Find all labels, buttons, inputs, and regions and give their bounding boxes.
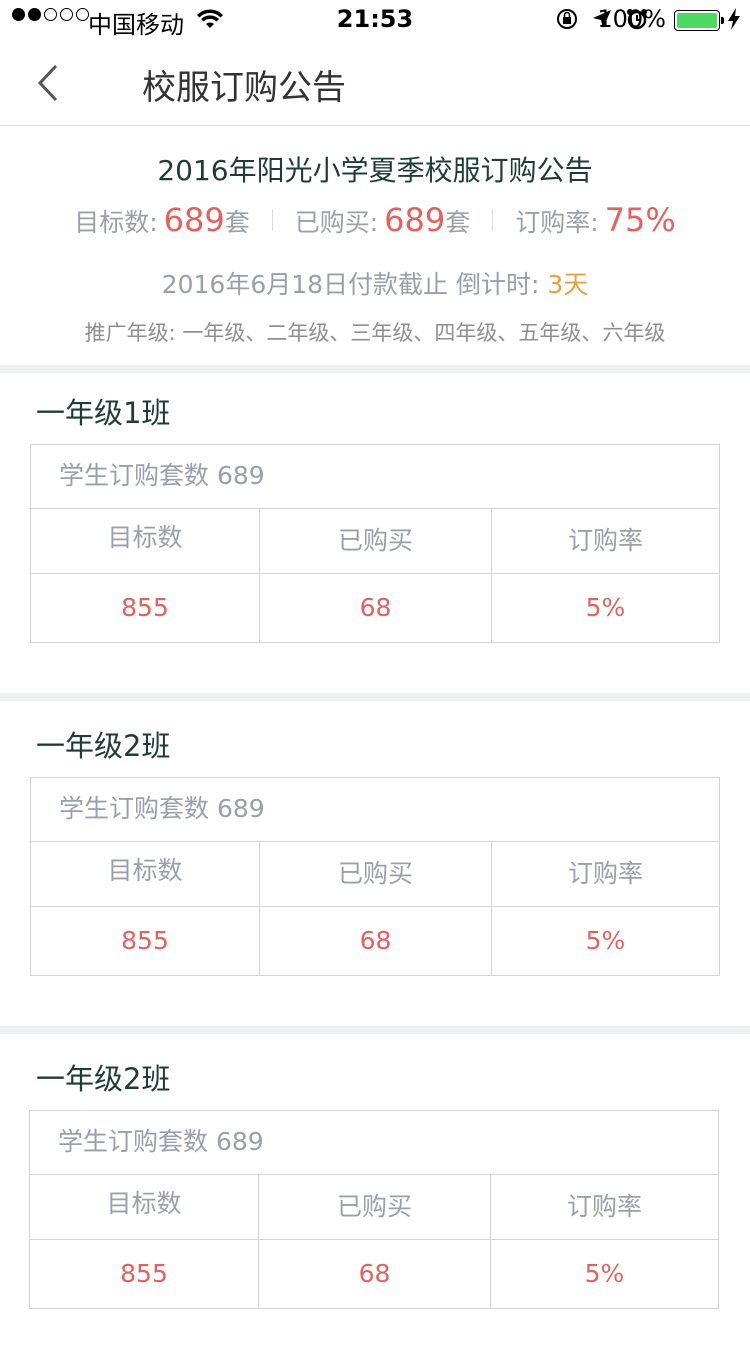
target-stat: 目标数: 689 套 (74, 201, 250, 239)
bought-value: 68 (259, 1240, 491, 1308)
rate-stat: 订购率: 75% (515, 201, 676, 239)
summary-stats: 目标数: 689 套 已购买: 689 套 订购率: 75% (0, 201, 750, 239)
rate-value: 75% (604, 201, 676, 239)
bought-label: 已购买: (294, 208, 379, 237)
section-divider (0, 1026, 750, 1034)
class-stats-card: 学生订购套数 689 目标数 已购买 订购率 855 68 5% (30, 444, 720, 643)
target-value: 689 (163, 201, 225, 239)
column-target: 目标数 (31, 842, 260, 906)
bought-unit: 套 (445, 208, 471, 237)
class-stats-card: 学生订购套数 689 目标数 已购买 订购率 855 68 5% (29, 1110, 719, 1309)
column-target: 目标数 (31, 509, 260, 573)
table-row: 855 68 5% (31, 574, 719, 642)
target-value: 855 (31, 574, 260, 642)
orientation-lock-icon (557, 9, 577, 29)
class-title: 一年级2班 (36, 1062, 171, 1096)
bought-stat: 已购买: 689 套 (295, 201, 471, 239)
stat-divider (492, 209, 494, 231)
section-divider (0, 365, 750, 373)
grades-list: 一年级、二年级、三年级、四年级、五年级、六年级 (182, 321, 666, 345)
chevron-left-icon (37, 64, 58, 102)
table-header-row: 目标数 已购买 订购率 (31, 509, 719, 574)
announcement-summary: 2016年阳光小学夏季校服订购公告 目标数: 689 套 已购买: 689 套 … (0, 127, 750, 367)
bought-value: 68 (260, 907, 492, 975)
class-stats-card: 学生订购套数 689 目标数 已购买 订购率 855 68 5% (30, 777, 720, 976)
bought-value: 68 (260, 574, 492, 642)
charging-bolt-icon (728, 8, 740, 30)
class-order-count: 学生订购套数 689 (30, 1111, 718, 1175)
countdown-days: 3天 (547, 270, 589, 299)
back-button[interactable] (28, 58, 78, 108)
table-row: 855 68 5% (31, 907, 719, 975)
target-value: 855 (31, 907, 260, 975)
target-label: 目标数: (74, 208, 158, 237)
column-bought: 已购买 (260, 842, 492, 906)
status-bar: 中国移动 21:53 100% (0, 0, 750, 40)
rate-label: 订购率: (515, 208, 599, 237)
page-title: 校服订购公告 (142, 68, 346, 108)
deadline-line: 2016年6月18日付款截止 倒计时: 3天 (0, 265, 750, 301)
navigation-bar: 校服订购公告 (0, 40, 750, 126)
column-rate: 订购率 (567, 859, 643, 888)
section-divider (0, 693, 750, 701)
grades-label: 推广年级: (84, 321, 176, 345)
target-unit: 套 (224, 208, 250, 237)
deadline-text: 2016年6月18日付款截止 倒计时: (161, 270, 540, 299)
column-bought: 已购买 (260, 509, 492, 573)
grades-line: 推广年级: 一年级、二年级、三年级、四年级、五年级、六年级 (0, 317, 750, 347)
class-title: 一年级2班 (36, 729, 171, 763)
class-order-count: 学生订购套数 689 (31, 778, 719, 842)
class-title: 一年级1班 (36, 396, 171, 430)
battery-percent: 100% (597, 5, 666, 33)
table-header-row: 目标数 已购买 订购率 (30, 1175, 718, 1240)
stat-divider (271, 209, 273, 231)
column-bought: 已购买 (259, 1175, 491, 1239)
column-rate: 订购率 (567, 526, 643, 555)
rate-value: 5% (585, 926, 626, 955)
target-value: 855 (30, 1240, 259, 1308)
rate-value: 5% (584, 1259, 625, 1288)
bought-value: 689 (384, 201, 446, 239)
rate-value: 5% (585, 593, 626, 622)
table-row: 855 68 5% (30, 1240, 718, 1308)
announcement-title: 2016年阳光小学夏季校服订购公告 (157, 154, 593, 187)
table-header-row: 目标数 已购买 订购率 (31, 842, 719, 907)
column-rate: 订购率 (566, 1192, 642, 1221)
class-order-count: 学生订购套数 689 (31, 445, 719, 509)
column-target: 目标数 (30, 1175, 259, 1239)
battery-icon (674, 10, 724, 31)
